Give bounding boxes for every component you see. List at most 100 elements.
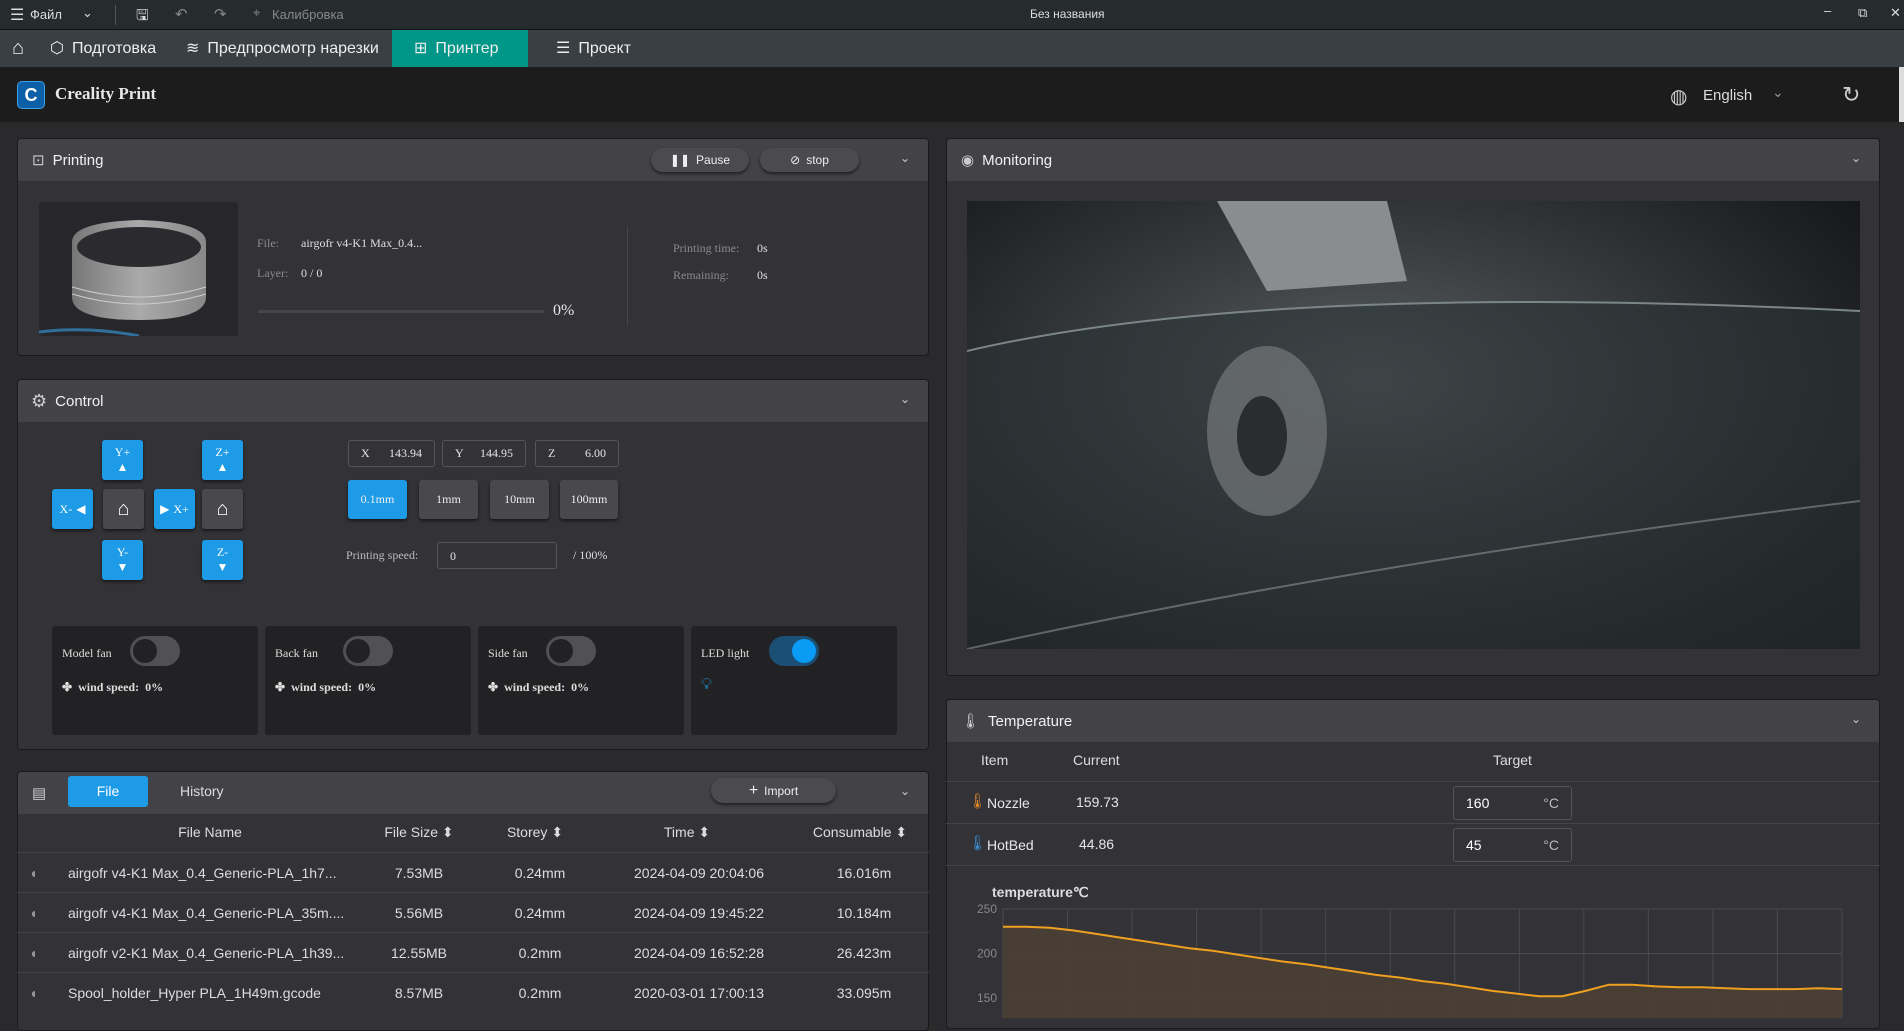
import-button[interactable]: + Import	[711, 778, 836, 803]
tab-prepare[interactable]: ⬡ Подготовка	[40, 30, 166, 67]
consumable: 16.016m	[836, 865, 892, 881]
step-1mm-button[interactable]: 1mm	[419, 480, 478, 519]
window-title: Без названия	[1030, 7, 1105, 21]
jog-x-minus-button[interactable]: X- ◀	[52, 489, 93, 529]
home-xy-button[interactable]: ⌂	[103, 489, 144, 529]
sort-icon: ⬍	[698, 824, 711, 840]
panel-title: Printing	[52, 151, 104, 169]
file-name: airgofr v4-K1 Max_0.4_Generic-PLA_1h7...	[68, 865, 337, 881]
tab-history[interactable]: History	[180, 783, 224, 799]
led-light-card: LED light 💡︎	[691, 626, 897, 735]
undo-icon[interactable]: ↶	[175, 5, 188, 23]
plus-icon: +	[748, 781, 759, 799]
column-storey[interactable]: Storey ⬍	[507, 813, 563, 852]
consumable: 33.095m	[836, 985, 892, 1001]
jog-z-plus-button[interactable]: Z+ ▲	[202, 440, 243, 480]
divider	[115, 5, 116, 25]
remaining-value: 0s	[757, 268, 768, 282]
refresh-icon[interactable]: ↻	[1842, 82, 1860, 108]
step-100mm-button[interactable]: 100mm	[560, 480, 618, 519]
chevron-down-icon[interactable]: ⌄	[900, 784, 910, 798]
back-fan-card: Back fan ✤ wind speed: 0%	[265, 626, 471, 735]
file-row[interactable]: ◖ Spool_holder_Hyper PLA_1H49m.gcode 8.5…	[17, 972, 929, 1012]
language-select[interactable]: English	[1703, 87, 1752, 104]
hotbed-label: HotBed	[987, 837, 1034, 853]
printing-panel: ⊡ Printing ❚❚ Pause ⊘ stop ⌄ File: airgofr…	[17, 138, 929, 356]
storey: 0.2mm	[518, 985, 562, 1001]
file-name: Spool_holder_Hyper PLA_1H49m.gcode	[68, 985, 321, 1001]
close-icon[interactable]: ✕	[1890, 5, 1901, 21]
progress-bar	[258, 310, 544, 313]
jog-y-plus-button[interactable]: Y+ ▲	[102, 440, 143, 480]
camera-feed	[967, 201, 1860, 649]
column-file-name: File Name	[178, 824, 242, 840]
model-fan-card: Model fan ✤ wind speed: 0%	[52, 626, 258, 735]
column-time[interactable]: Time ⬍	[664, 813, 710, 852]
scrollbar[interactable]	[1899, 67, 1904, 122]
file-row[interactable]: ◖ airgofr v2-K1 Max_0.4_Generic-PLA_1h39…	[17, 932, 929, 972]
fan-icon: ✤	[488, 680, 499, 694]
chevron-down-icon[interactable]: ⌄	[1851, 151, 1861, 165]
minimize-icon[interactable]: –	[1824, 3, 1831, 18]
chevron-down-icon[interactable]: ⌄	[82, 5, 93, 21]
pause-button[interactable]: ❚❚ Pause	[651, 148, 749, 172]
home-icon[interactable]: ⌂	[2, 30, 34, 67]
chevron-down-icon[interactable]: ⌄	[1772, 84, 1784, 101]
globe-icon[interactable]: ◍	[1670, 84, 1687, 109]
restore-icon[interactable]: ⧉	[1858, 5, 1867, 21]
hamburger-menu-icon[interactable]: ☰	[10, 5, 24, 25]
column-item: Item	[981, 752, 1009, 768]
divider	[627, 226, 628, 326]
time: 2024-04-09 16:52:28	[634, 945, 764, 961]
redo-icon[interactable]: ↷	[214, 5, 227, 23]
arrow-up-icon: ▲	[116, 460, 129, 474]
step-0.1mm-button[interactable]: 0.1mm	[348, 480, 407, 519]
column-consumable[interactable]: Consumable ⬍	[813, 813, 907, 852]
title-bar: ☰ Файл ⌄ 🖫 ↶ ↷ ⌖ Калибровка Без названия…	[0, 0, 1904, 30]
y-tick-label: 150	[977, 991, 997, 1005]
jog-x-plus-button[interactable]: ▶ X+	[154, 489, 195, 529]
speed-suffix: / 100%	[573, 548, 608, 562]
nozzle-current: 159.73	[1076, 794, 1119, 810]
printing-time-value: 0s	[757, 241, 768, 255]
consumable: 10.184m	[836, 905, 892, 921]
sort-icon: ⬍	[895, 824, 908, 840]
cube-icon: ⬡	[50, 40, 64, 57]
tab-file[interactable]: File	[68, 776, 148, 807]
column-file-size[interactable]: File Size ⬍	[384, 813, 453, 852]
file-row[interactable]: ◖ airgofr v4-K1 Max_0.4_Generic-PLA_35m.…	[17, 892, 929, 932]
nozzle-target-input[interactable]: 160 °C	[1453, 786, 1572, 820]
calibration-icon[interactable]: ⌖	[253, 5, 260, 21]
file-menu[interactable]: Файл	[30, 7, 62, 22]
chevron-down-icon[interactable]: ⌄	[1851, 712, 1861, 726]
printing-speed-input[interactable]: 0	[437, 542, 557, 569]
save-icon[interactable]: 🖫	[136, 5, 149, 30]
step-10mm-button[interactable]: 10mm	[490, 480, 549, 519]
x-coordinate: X 143.94	[348, 440, 435, 467]
stop-button[interactable]: ⊘ stop	[760, 148, 859, 172]
sort-icon: ⬍	[551, 824, 564, 840]
model-thumbnail-icon: ◖	[29, 945, 38, 961]
time: 2020-03-01 17:00:13	[634, 985, 764, 1001]
layer-value: 0 / 0	[301, 266, 323, 280]
led-light-toggle[interactable]	[769, 636, 819, 666]
y-tick-label: 200	[977, 947, 997, 961]
calibration-button[interactable]: Калибровка	[272, 7, 344, 22]
layers-icon: ≋	[186, 40, 200, 57]
chevron-down-icon[interactable]: ⌄	[900, 392, 910, 406]
side-fan-toggle[interactable]	[546, 636, 596, 666]
tab-slice-preview[interactable]: ≋ Предпросмотр нарезки	[176, 30, 389, 67]
file-row[interactable]: ◖ airgofr v4-K1 Max_0.4_Generic-PLA_1h7.…	[17, 852, 929, 892]
back-fan-toggle[interactable]	[343, 636, 393, 666]
jog-z-minus-button[interactable]: Z- ▼	[202, 540, 243, 580]
model-fan-toggle[interactable]	[130, 636, 180, 666]
model-thumbnail	[39, 202, 238, 336]
home-z-button[interactable]: ⌂	[202, 489, 243, 529]
tab-printer[interactable]: ⊞ Принтер	[392, 30, 528, 67]
tab-project[interactable]: ☰ Проект	[546, 30, 641, 67]
hotbed-thermometer-icon: 🌡︎	[968, 835, 988, 852]
storey: 0.2mm	[518, 945, 562, 961]
hotbed-target-input[interactable]: 45 °C	[1453, 828, 1572, 862]
chevron-down-icon[interactable]: ⌄	[900, 151, 910, 165]
jog-y-minus-button[interactable]: Y- ▼	[102, 540, 143, 580]
